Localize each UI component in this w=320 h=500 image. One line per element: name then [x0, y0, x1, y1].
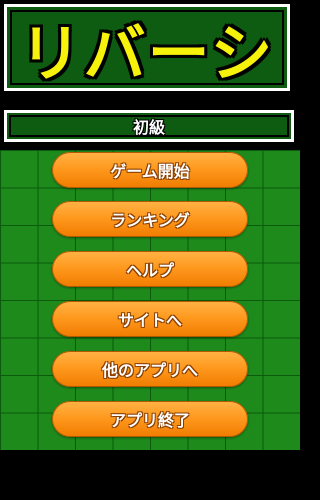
other-apps-button[interactable]: 他のアプリへ: [52, 351, 248, 387]
game-screen: リバーシ 初級 ゲーム開始 ランキング ヘルプ サイトへ 他のアプリへ アプリ終…: [0, 0, 300, 450]
help-button[interactable]: ヘルプ: [52, 251, 248, 287]
difficulty-label: 初級: [132, 118, 165, 137]
exit-app-button[interactable]: アプリ終了: [52, 401, 248, 437]
start-game-button[interactable]: ゲーム開始: [52, 152, 248, 188]
bottom-black-area: [0, 450, 300, 500]
difficulty-banner[interactable]: 初級: [4, 110, 294, 142]
ranking-button[interactable]: ランキング: [52, 201, 248, 237]
title-banner: リバーシ: [4, 4, 290, 91]
game-title: リバーシ: [19, 16, 275, 90]
site-button[interactable]: サイトへ: [52, 301, 248, 337]
